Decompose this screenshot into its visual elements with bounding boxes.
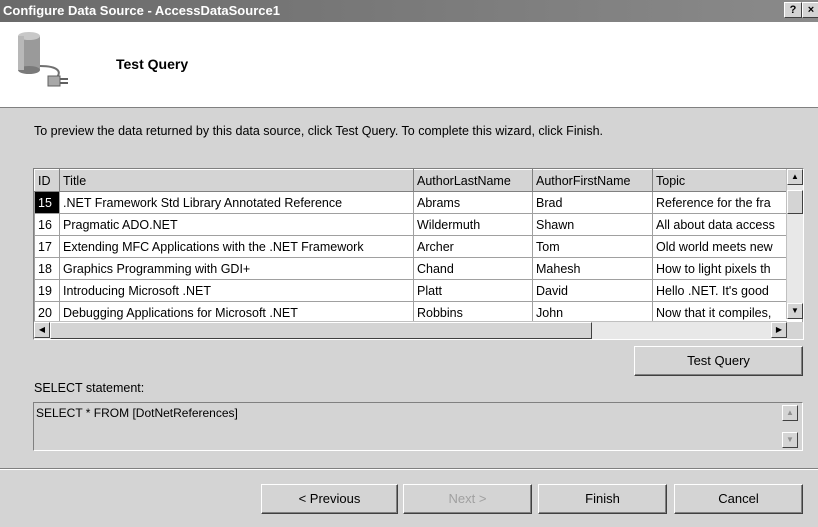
table-cell[interactable]: 17 [34,235,60,258]
next-button[interactable]: Next > [403,484,532,514]
table-cell[interactable]: Hello .NET. It's good [652,279,803,302]
column-header[interactable]: Title [59,169,414,192]
results-table: ID Title AuthorLastName AuthorFirstName … [34,169,803,324]
title-bar: Configure Data Source - AccessDataSource… [0,0,818,22]
table-cell[interactable]: Chand [413,257,533,280]
help-button[interactable]: ? [784,2,802,18]
table-cell[interactable]: Introducing Microsoft .NET [59,279,414,302]
wizard-header: Test Query [0,22,818,108]
table-cell[interactable]: Reference for the fra [652,191,803,214]
scroll-left-icon[interactable]: ◀ [34,322,50,338]
page-title: Test Query [116,56,189,72]
scroll-down-icon[interactable]: ▼ [787,303,803,319]
select-statement-field[interactable]: SELECT * FROM [DotNetReferences] ▲ ▼ [33,402,803,451]
table-cell[interactable]: Shawn [532,213,653,236]
scrollbar-corner [787,322,803,339]
header-row: ID Title AuthorLastName AuthorFirstName … [34,169,803,192]
results-grid[interactable]: ID Title AuthorLastName AuthorFirstName … [33,168,804,340]
scroll-thumb[interactable] [787,190,803,214]
column-header[interactable]: AuthorLastName [413,169,533,192]
window-title: Configure Data Source - AccessDataSource… [3,3,280,18]
table-cell[interactable]: 18 [34,257,60,280]
select-statement-label: SELECT statement: [34,381,145,395]
select-statement-text: SELECT * FROM [DotNetReferences] [36,406,238,420]
table-cell[interactable]: 19 [34,279,60,302]
table-cell[interactable]: Pragmatic ADO.NET [59,213,414,236]
footer-divider [0,468,818,470]
table-cell[interactable]: Platt [413,279,533,302]
table-row[interactable]: 18 Graphics Programming with GDI+ Chand … [34,257,803,280]
table-cell[interactable]: Mahesh [532,257,653,280]
table-cell[interactable]: Graphics Programming with GDI+ [59,257,414,280]
scroll-down-icon[interactable]: ▼ [782,432,798,448]
previous-button[interactable]: < Previous [261,484,398,514]
close-button[interactable]: × [802,2,818,18]
table-cell[interactable]: David [532,279,653,302]
scroll-up-icon[interactable]: ▲ [787,169,803,185]
horizontal-scrollbar[interactable]: ◀ ▶ [34,321,787,339]
table-cell[interactable]: All about data access [652,213,803,236]
scroll-right-icon[interactable]: ▶ [771,322,787,338]
table-cell[interactable]: .NET Framework Std Library Annotated Ref… [59,191,414,214]
instructions-text: To preview the data returned by this dat… [34,124,604,138]
table-cell[interactable]: Archer [413,235,533,258]
table-cell[interactable]: 15 [34,191,60,214]
cancel-button[interactable]: Cancel [674,484,803,514]
table-cell[interactable]: Wildermuth [413,213,533,236]
table-row[interactable]: 17 Extending MFC Applications with the .… [34,235,803,258]
table-cell[interactable]: Brad [532,191,653,214]
column-header[interactable]: AuthorFirstName [532,169,653,192]
table-row[interactable]: 15 .NET Framework Std Library Annotated … [34,191,803,214]
vertical-scrollbar[interactable]: ▲ ▼ [786,169,803,319]
database-icon [14,30,74,95]
table-cell[interactable]: Abrams [413,191,533,214]
table-row[interactable]: 19 Introducing Microsoft .NET Platt Davi… [34,279,803,302]
table-cell[interactable]: 16 [34,213,60,236]
finish-button[interactable]: Finish [538,484,667,514]
table-cell[interactable]: Old world meets new [652,235,803,258]
scroll-thumb[interactable] [50,322,592,339]
table-cell[interactable]: How to light pixels th [652,257,803,280]
test-query-button[interactable]: Test Query [634,346,803,376]
column-header[interactable]: Topic [652,169,803,192]
table-cell[interactable]: Extending MFC Applications with the .NET… [59,235,414,258]
column-header[interactable]: ID [34,169,60,192]
table-row[interactable]: 16 Pragmatic ADO.NET Wildermuth Shawn Al… [34,213,803,236]
scroll-up-icon[interactable]: ▲ [782,405,798,421]
table-cell[interactable]: Tom [532,235,653,258]
